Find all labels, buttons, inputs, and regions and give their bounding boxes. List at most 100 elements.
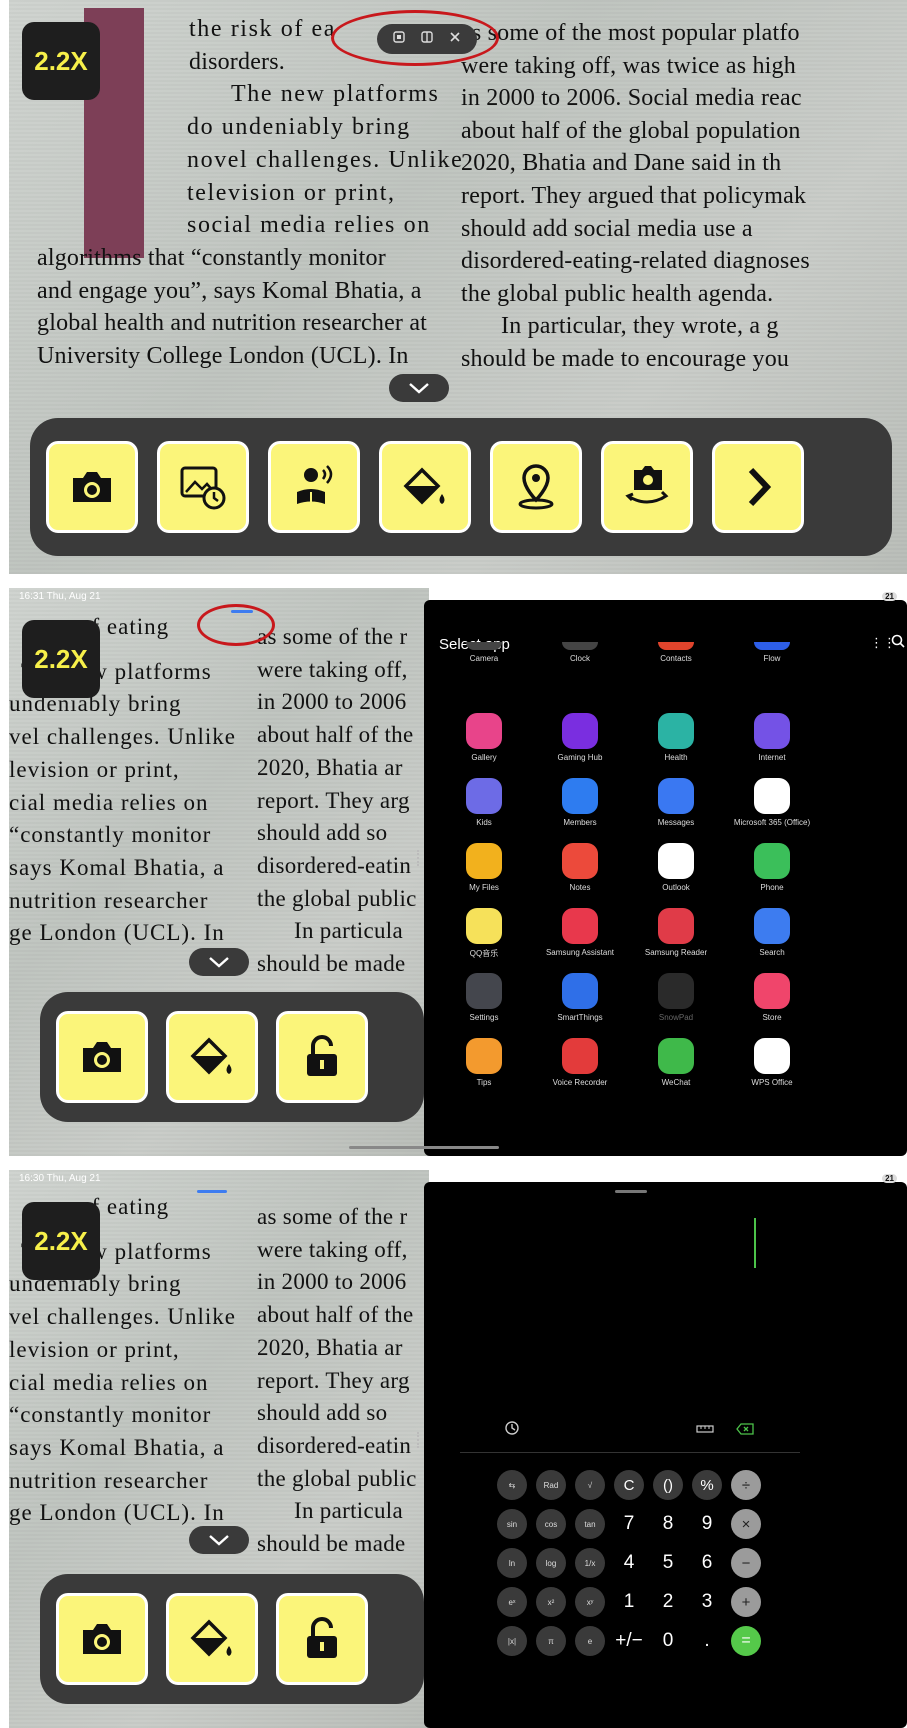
- app-tile[interactable]: SmartThings: [535, 973, 625, 1022]
- color-fill-button[interactable]: [166, 1011, 258, 1103]
- read-aloud-button[interactable]: [268, 441, 360, 533]
- calculator-key[interactable]: 8: [651, 1507, 685, 1541]
- color-fill-button[interactable]: [379, 441, 471, 533]
- app-tile[interactable]: WeChat: [631, 1038, 721, 1087]
- calculator-key[interactable]: 7: [612, 1507, 646, 1541]
- split-divider-handle[interactable]: [417, 1432, 421, 1448]
- app-tile[interactable]: Store: [727, 973, 817, 1022]
- calculator-key[interactable]: +/−: [612, 1624, 646, 1658]
- calculator-key[interactable]: 4: [612, 1546, 646, 1580]
- collapse-toolbar-button[interactable]: [189, 1526, 249, 1554]
- app-tile[interactable]: Notes: [535, 843, 625, 892]
- history-icon[interactable]: [504, 1420, 520, 1441]
- app-label: WPS Office: [751, 1078, 793, 1087]
- calculator-key[interactable]: x²: [536, 1587, 566, 1617]
- calculator-key[interactable]: Rad: [536, 1470, 566, 1500]
- app-tile[interactable]: Voice Recorder: [535, 1038, 625, 1087]
- app-tile[interactable]: Microsoft 365 (Office): [727, 778, 817, 827]
- calculator-key[interactable]: +: [731, 1587, 761, 1617]
- app-tile[interactable]: Contacts: [631, 642, 721, 663]
- app-tile[interactable]: Kids: [439, 778, 529, 827]
- calculator-key[interactable]: eˣ: [497, 1587, 527, 1617]
- app-tile[interactable]: SnowPad: [631, 973, 721, 1022]
- collapse-toolbar-button[interactable]: [389, 374, 449, 402]
- zoom-level-badge[interactable]: 2.2X: [22, 1202, 100, 1280]
- calculator-key[interactable]: π: [536, 1626, 566, 1656]
- calculator-key[interactable]: .: [690, 1624, 724, 1658]
- app-tile[interactable]: Clock: [535, 642, 625, 663]
- camera-button[interactable]: [56, 1011, 148, 1103]
- app-tile[interactable]: Search: [727, 908, 817, 957]
- location-button[interactable]: [490, 441, 582, 533]
- app-tile[interactable]: Settings: [439, 973, 529, 1022]
- backspace-icon[interactable]: [736, 1422, 754, 1440]
- calculator-key[interactable]: =: [731, 1626, 761, 1656]
- app-tile[interactable]: WPS Office: [727, 1038, 817, 1087]
- app-tile[interactable]: Messages: [631, 778, 721, 827]
- app-tile[interactable]: Gaming Hub: [535, 713, 625, 762]
- camera-button[interactable]: [56, 1593, 148, 1685]
- calculator-key[interactable]: 3: [690, 1585, 724, 1619]
- camera-button[interactable]: [46, 441, 138, 533]
- switch-camera-button[interactable]: [601, 441, 693, 533]
- calculator-key[interactable]: −: [731, 1548, 761, 1578]
- calculator-key[interactable]: e: [575, 1626, 605, 1656]
- app-tile[interactable]: My Files: [439, 843, 529, 892]
- gallery-history-button[interactable]: [157, 441, 249, 533]
- app-icon: [562, 778, 598, 814]
- text-line: disordered-eating-related diagnoses: [461, 248, 810, 275]
- zoom-level-badge[interactable]: 2.2X: [22, 620, 100, 698]
- color-fill-button[interactable]: [166, 1593, 258, 1685]
- collapse-toolbar-button[interactable]: [189, 948, 249, 976]
- calculator-key[interactable]: sin: [497, 1509, 527, 1539]
- app-tile[interactable]: Internet: [727, 713, 817, 762]
- text-line: says Komal Bhatia, a: [9, 1434, 225, 1460]
- calculator-key[interactable]: 6: [690, 1546, 724, 1580]
- calculator-key[interactable]: cos: [536, 1509, 566, 1539]
- text-line: The new platforms: [231, 81, 440, 108]
- calculator-key[interactable]: ln: [497, 1548, 527, 1578]
- calculator-key[interactable]: 1: [612, 1585, 646, 1619]
- ruler-icon[interactable]: [696, 1422, 714, 1440]
- app-tile[interactable]: QQ音乐: [439, 908, 529, 959]
- app-tile[interactable]: Phone: [727, 843, 817, 892]
- calculator-key[interactable]: xʸ: [575, 1587, 605, 1617]
- calculator-key[interactable]: 1/x: [575, 1548, 605, 1578]
- split-divider-handle[interactable]: [417, 850, 421, 866]
- calculator-key[interactable]: log: [536, 1548, 566, 1578]
- calculator-key[interactable]: %: [692, 1470, 722, 1500]
- calculator-key[interactable]: √: [575, 1470, 605, 1500]
- search-icon[interactable]: [891, 634, 905, 653]
- calculator-key[interactable]: tan: [575, 1509, 605, 1539]
- calculator-key[interactable]: ×: [731, 1509, 761, 1539]
- app-tile[interactable]: Outlook: [631, 843, 721, 892]
- calculator-key[interactable]: 2: [651, 1585, 685, 1619]
- zoom-level-badge[interactable]: 2.2X: [22, 22, 100, 100]
- app-tile[interactable]: Tips: [439, 1038, 529, 1087]
- app-tile[interactable]: Members: [535, 778, 625, 827]
- calculator-key[interactable]: (): [653, 1470, 683, 1500]
- calculator-key[interactable]: 0: [651, 1624, 685, 1658]
- app-tile[interactable]: Samsung Assistant: [535, 908, 625, 957]
- text-line: in 2000 to 2006: [257, 1269, 407, 1295]
- app-icon: [562, 1038, 598, 1074]
- drag-handle[interactable]: [615, 1190, 647, 1193]
- popup-view-icon[interactable]: [393, 30, 405, 48]
- app-tile[interactable]: Health: [631, 713, 721, 762]
- unlock-button[interactable]: [276, 1011, 368, 1103]
- app-tile[interactable]: Camera: [439, 642, 529, 663]
- split-view-icon[interactable]: [421, 30, 433, 48]
- next-tools-button[interactable]: [712, 441, 804, 533]
- app-tile[interactable]: Flow: [727, 642, 817, 663]
- calculator-key[interactable]: 9: [690, 1507, 724, 1541]
- unlock-button[interactable]: [276, 1593, 368, 1685]
- close-icon[interactable]: [449, 30, 461, 48]
- calculator-key[interactable]: C: [614, 1470, 644, 1500]
- calculator-key[interactable]: |x|: [497, 1626, 527, 1656]
- calculator-key[interactable]: ÷: [731, 1470, 761, 1500]
- app-tile[interactable]: Gallery: [439, 713, 529, 762]
- text-line: the global public: [257, 885, 417, 911]
- calculator-key[interactable]: 5: [651, 1546, 685, 1580]
- calculator-key[interactable]: ⇆: [497, 1470, 527, 1500]
- app-tile[interactable]: Samsung Reader: [631, 908, 721, 957]
